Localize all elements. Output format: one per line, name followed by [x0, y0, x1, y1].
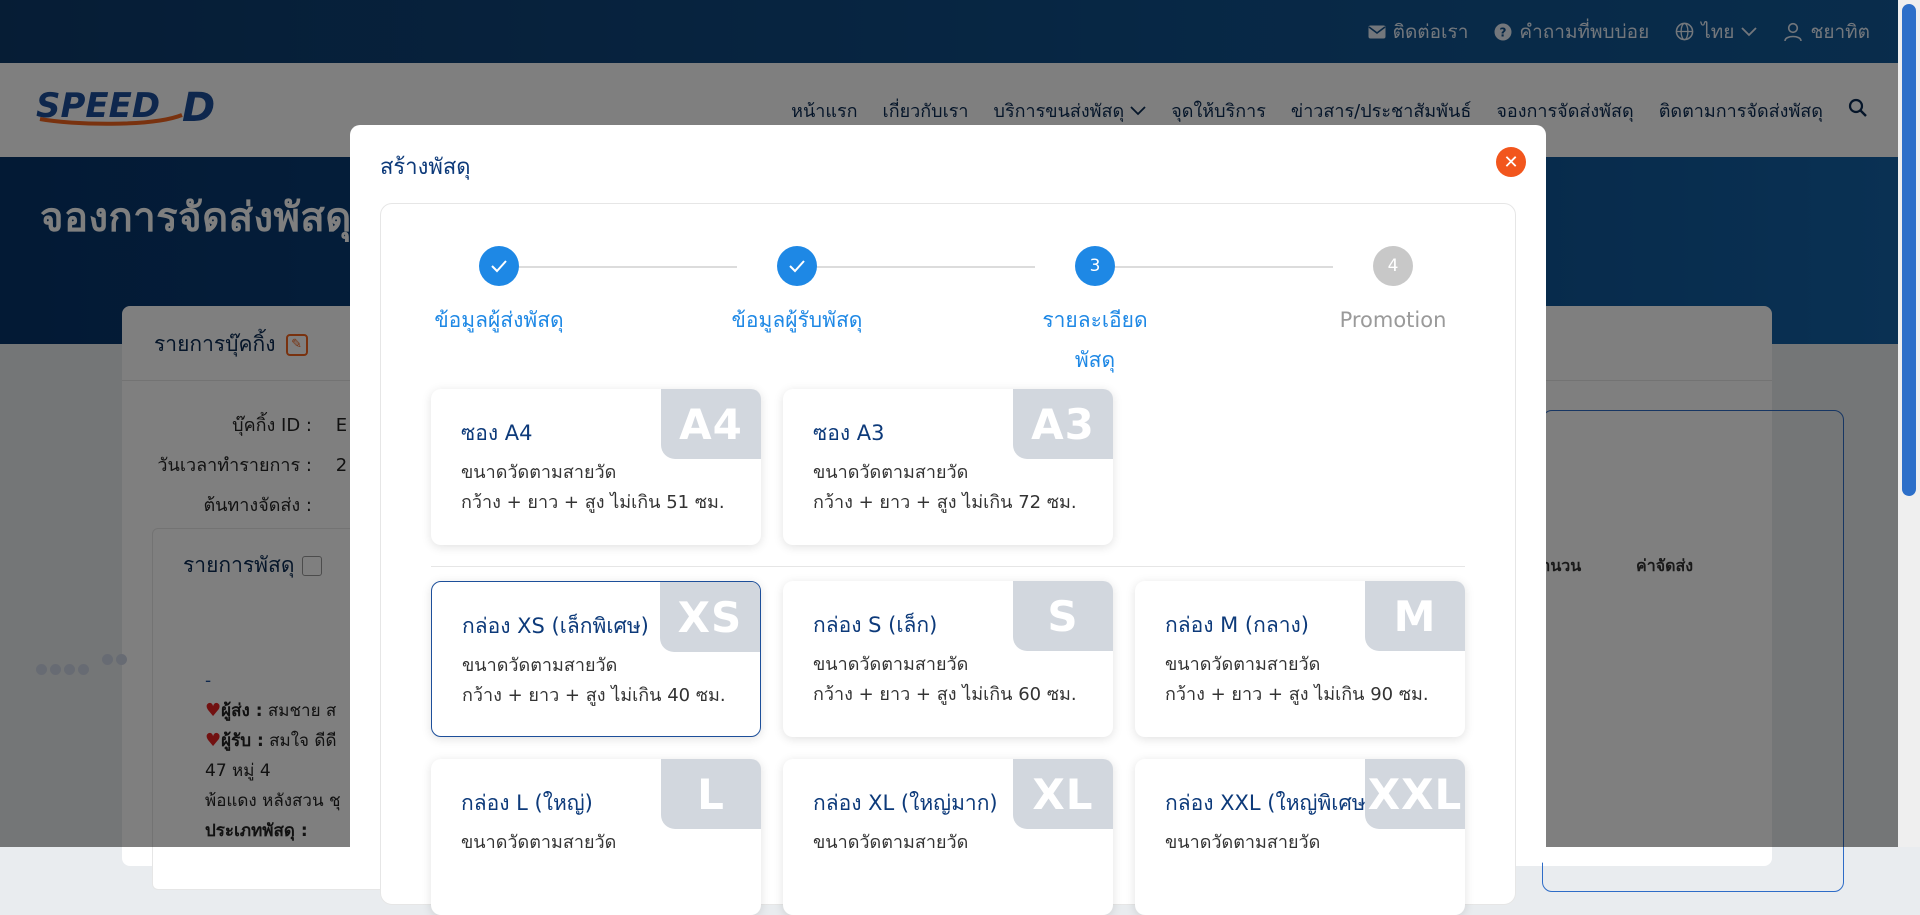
package-measure: ขนาดวัดตามสายวัด: [462, 655, 618, 676]
check-icon: [777, 246, 817, 286]
size-badge: M: [1365, 581, 1465, 651]
package-measure: ขนาดวัดตามสายวัด: [461, 832, 617, 853]
step-label: ข้อมูลผู้ส่งพัสดุ: [434, 308, 564, 332]
package-measure: ขนาดวัดตามสายวัด: [1165, 654, 1321, 675]
package-measure: ขนาดวัดตามสายวัด: [461, 462, 617, 483]
step-label: Promotion: [1339, 308, 1447, 332]
package-card-a3[interactable]: A3 ซอง A3 ขนาดวัดตามสายวัด กว้าง + ยาว +…: [783, 389, 1113, 545]
package-name: กล่อง S (เล็ก): [813, 613, 938, 637]
close-button[interactable]: ✕: [1496, 147, 1526, 177]
step-promotion[interactable]: 4 Promotion: [1293, 246, 1493, 340]
step-parcel-details[interactable]: 3 รายละเอียดพัสดุ: [995, 246, 1195, 380]
package-card-m[interactable]: M กล่อง M (กลาง) ขนาดวัดตามสายวัด กว้าง …: [1135, 581, 1465, 737]
size-badge: A3: [1013, 389, 1113, 459]
package-card-xl[interactable]: XL กล่อง XL (ใหญ่มาก) ขนาดวัดตามสายวัด: [783, 759, 1113, 915]
size-badge: XL: [1013, 759, 1113, 829]
package-limit: กว้าง + ยาว + สูง ไม่เกิน 72 ซม.: [813, 492, 1077, 513]
package-name: กล่อง XS (เล็กพิเศษ): [462, 614, 649, 638]
wizard-panel: ข้อมูลผู้ส่งพัสดุ ข้อมูลผู้รับพัสดุ 3 รา…: [380, 203, 1516, 915]
check-icon: [479, 246, 519, 286]
close-icon: ✕: [1503, 151, 1519, 173]
size-badge: XS: [660, 582, 760, 652]
package-measure: ขนาดวัดตามสายวัด: [813, 462, 969, 483]
size-badge: A4: [661, 389, 761, 459]
step-number: 3: [1075, 246, 1115, 286]
package-card-s[interactable]: S กล่อง S (เล็ก) ขนาดวัดตามสายวัด กว้าง …: [783, 581, 1113, 737]
package-name: กล่อง XXL (ใหญ่พิเศษ: [1165, 791, 1366, 815]
package-card-a4[interactable]: A4 ซอง A4 ขนาดวัดตามสายวัด กว้าง + ยาว +…: [431, 389, 761, 545]
scrollbar-thumb[interactable]: [1902, 4, 1916, 496]
package-name: ซอง A3: [813, 421, 885, 445]
page-scrollbar[interactable]: [1898, 0, 1920, 847]
step-label: รายละเอียดพัสดุ: [1042, 308, 1148, 372]
create-parcel-modal: สร้างพัสดุ ✕ ข้อมูลผู้ส่งพัสดุ ข้อมูลผู้…: [350, 125, 1546, 915]
section-divider: [431, 566, 1465, 567]
step-label: ข้อมูลผู้รับพัสดุ: [731, 308, 863, 332]
package-limit: กว้าง + ยาว + สูง ไม่เกิน 51 ซม.: [461, 492, 725, 513]
package-limit: กว้าง + ยาว + สูง ไม่เกิน 60 ซม.: [813, 684, 1077, 705]
package-name: ซอง A4: [461, 421, 533, 445]
package-name: กล่อง XL (ใหญ่มาก): [813, 791, 998, 815]
step-number: 4: [1373, 246, 1413, 286]
package-measure: ขนาดวัดตามสายวัด: [813, 654, 969, 675]
size-badge: L: [661, 759, 761, 829]
size-badge: S: [1013, 581, 1113, 651]
package-measure: ขนาดวัดตามสายวัด: [1165, 832, 1321, 853]
package-limit: กว้าง + ยาว + สูง ไม่เกิน 40 ซม.: [462, 685, 726, 706]
package-card-xs[interactable]: XS กล่อง XS (เล็กพิเศษ) ขนาดวัดตามสายวัด…: [431, 581, 761, 737]
modal-title: สร้างพัสดุ: [380, 155, 471, 180]
step-sender-info[interactable]: ข้อมูลผู้ส่งพัสดุ: [399, 246, 599, 340]
step-receiver-info[interactable]: ข้อมูลผู้รับพัสดุ: [697, 246, 897, 340]
package-measure: ขนาดวัดตามสายวัด: [813, 832, 969, 853]
package-name: กล่อง M (กลาง): [1165, 613, 1309, 637]
size-badge: XXL: [1365, 759, 1465, 829]
package-card-l[interactable]: L กล่อง L (ใหญ่) ขนาดวัดตามสายวัด: [431, 759, 761, 915]
package-name: กล่อง L (ใหญ่): [461, 791, 593, 815]
package-card-xxl[interactable]: XXL กล่อง XXL (ใหญ่พิเศษ ขนาดวัดตามสายวั…: [1135, 759, 1465, 915]
package-limit: กว้าง + ยาว + สูง ไม่เกิน 90 ซม.: [1165, 684, 1429, 705]
